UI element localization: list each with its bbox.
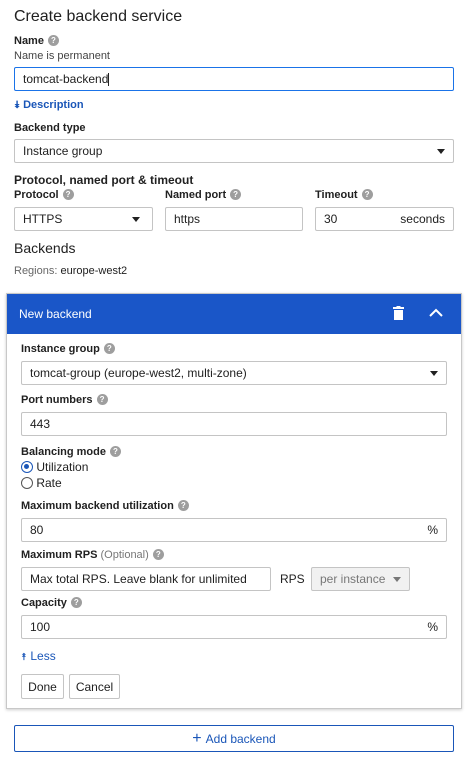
radio-button[interactable] [21, 477, 33, 489]
chevron-double-down-icon: ⯯ [14, 100, 20, 111]
rps-unit: RPS [280, 572, 305, 586]
max-rps-label-text: Maximum RPS [21, 549, 98, 561]
text-cursor [108, 72, 110, 86]
plus-icon: + [192, 729, 202, 747]
help-icon[interactable]: ? [62, 189, 74, 200]
regions-label: Regions: [14, 265, 58, 277]
timeout-unit: seconds [400, 212, 445, 226]
capacity-input[interactable]: 100% [21, 615, 447, 639]
capacity-label-text: Capacity [21, 597, 67, 609]
port-numbers-input[interactable]: 443 [21, 412, 447, 436]
backend-type-value: Instance group [23, 144, 103, 158]
rps-scope-select[interactable]: per instance [311, 567, 410, 591]
trash-icon[interactable] [393, 306, 404, 323]
help-icon[interactable]: ? [177, 500, 189, 511]
radio-rate[interactable]: Rate [21, 476, 62, 490]
radio-rate-label: Rate [36, 476, 62, 490]
help-icon[interactable]: ? [361, 189, 373, 200]
max-util-value: 80 [30, 523, 44, 537]
percent-suffix: % [427, 620, 438, 634]
name-input-value: tomcat-backend [23, 72, 109, 86]
instance-group-select[interactable]: tomcat-group (europe-west2, multi-zone) [21, 361, 447, 385]
new-backend-title: New backend [19, 307, 92, 321]
description-toggle[interactable]: ⯯ Description [14, 99, 84, 111]
page-title: Create backend service [14, 8, 183, 25]
radio-utilization[interactable]: Utilization [21, 460, 88, 474]
rps-scope-value: per instance [320, 572, 386, 586]
port-numbers-label-text: Port numbers [21, 394, 93, 406]
balancing-mode-label: Balancing mode? [21, 446, 121, 458]
port-numbers-label: Port numbers? [21, 394, 108, 406]
regions-line: Regions: europe-west2 [14, 265, 127, 277]
chevron-down-icon [430, 370, 438, 376]
regions-value: europe-west2 [60, 265, 128, 277]
timeout-value: 30 [324, 212, 338, 226]
instance-group-label: Instance group? [21, 343, 115, 355]
radio-utilization-label: Utilization [36, 460, 89, 474]
name-label: Name? [14, 35, 59, 47]
named-port-value: https [174, 212, 201, 226]
timeout-label-text: Timeout [315, 189, 358, 201]
timeout-input[interactable]: 30 seconds [315, 207, 454, 231]
radio-button-selected[interactable] [21, 461, 33, 473]
port-numbers-value: 443 [30, 417, 51, 431]
protocol-section-heading: Protocol, named port & timeout [14, 173, 194, 187]
chevron-down-icon [393, 576, 401, 582]
help-icon[interactable]: ? [70, 597, 82, 608]
name-input[interactable]: tomcat-backend [14, 67, 454, 91]
capacity-label: Capacity? [21, 597, 82, 609]
help-icon[interactable]: ? [152, 549, 164, 560]
max-rps-placeholder: Max total RPS. Leave blank for unlimited [30, 572, 247, 586]
protocol-label-text: Protocol [14, 189, 59, 201]
protocol-value: HTTPS [23, 212, 63, 226]
help-icon[interactable]: ? [96, 394, 108, 405]
named-port-label-text: Named port [165, 189, 227, 201]
protocol-select[interactable]: HTTPS [14, 207, 153, 231]
capacity-value: 100 [30, 620, 51, 634]
percent-suffix: % [427, 523, 438, 537]
new-backend-header[interactable]: New backend [7, 294, 461, 334]
instance-group-value: tomcat-group (europe-west2, multi-zone) [30, 366, 247, 380]
help-icon[interactable]: ? [230, 189, 242, 200]
backends-heading: Backends [14, 240, 76, 256]
max-util-input[interactable]: 80% [21, 518, 447, 542]
max-util-label-text: Maximum backend utilization [21, 500, 174, 512]
backend-type-select[interactable]: Instance group [14, 139, 454, 163]
chevron-down-icon [132, 216, 140, 222]
name-label-text: Name [14, 35, 44, 47]
backend-type-label: Backend type [14, 122, 86, 134]
chevron-up-icon[interactable] [429, 307, 443, 321]
max-rps-label: Maximum RPS (Optional)? [21, 549, 164, 561]
help-icon[interactable]: ? [47, 35, 59, 46]
description-toggle-label: Description [23, 99, 84, 111]
max-rps-optional: (Optional) [100, 549, 149, 561]
new-backend-panel: New backend Instance group? tomcat-group… [6, 293, 462, 709]
add-backend-button[interactable]: + Add backend [14, 725, 454, 752]
help-icon[interactable]: ? [109, 446, 121, 457]
max-rps-input[interactable]: Max total RPS. Leave blank for unlimited [21, 567, 271, 591]
add-backend-label: Add backend [205, 731, 276, 746]
help-icon[interactable]: ? [103, 343, 115, 354]
less-toggle[interactable]: ⯭ Less [21, 649, 56, 663]
named-port-label: Named port? [165, 189, 242, 201]
chevron-double-up-icon: ⯭ [21, 652, 27, 663]
chevron-down-icon [437, 148, 445, 154]
done-button[interactable]: Done [21, 674, 64, 699]
named-port-input[interactable]: https [165, 207, 303, 231]
instance-group-label-text: Instance group [21, 343, 100, 355]
cancel-button[interactable]: Cancel [69, 674, 120, 699]
less-toggle-label: Less [30, 649, 56, 663]
timeout-label: Timeout? [315, 189, 373, 201]
name-hint: Name is permanent [14, 50, 110, 62]
max-util-label: Maximum backend utilization? [21, 500, 189, 512]
protocol-label: Protocol? [14, 189, 74, 201]
balancing-mode-label-text: Balancing mode [21, 446, 106, 458]
